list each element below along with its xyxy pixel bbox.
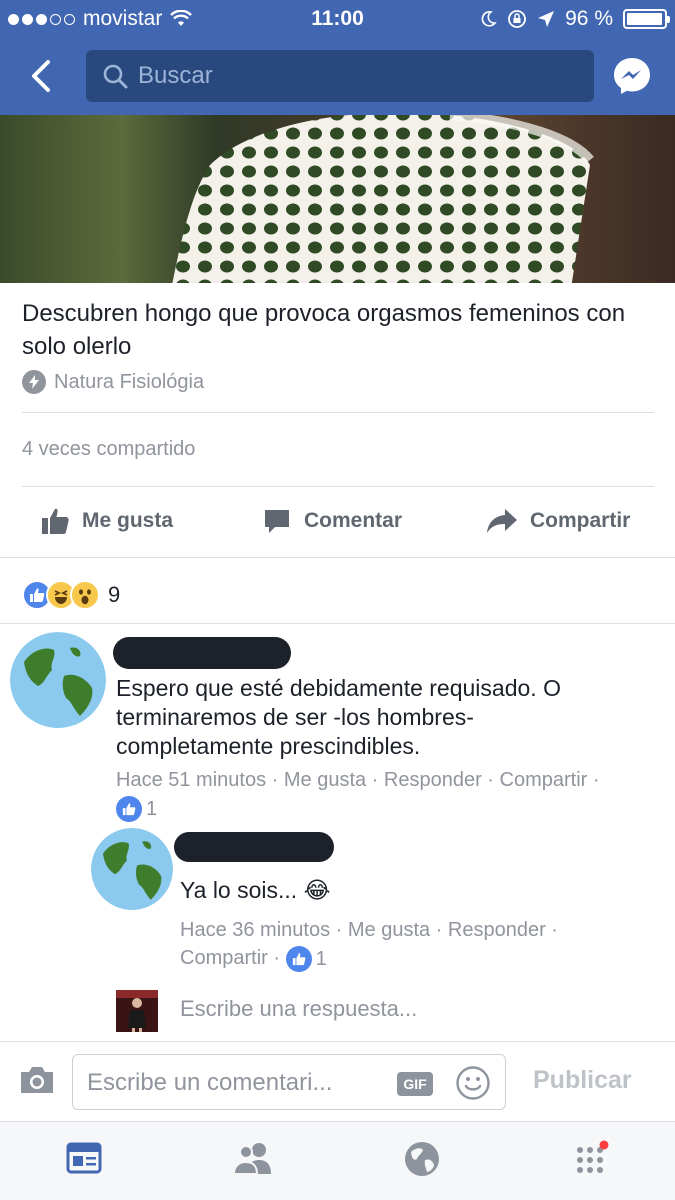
divider — [0, 623, 675, 624]
battery-percent: 96 % — [565, 7, 613, 30]
comment-text: Espero que esté debidamente requisado. O… — [116, 675, 561, 759]
comment-composer: Escribe un comentari... GIF Publicar — [0, 1041, 675, 1121]
globe-avatar-icon[interactable] — [91, 828, 173, 910]
post-actions: Me gusta Comentar Compartir — [0, 498, 675, 548]
like-count-number: 1 — [146, 797, 158, 820]
comment-bubble-icon — [265, 510, 289, 533]
search-input[interactable]: Buscar — [86, 50, 594, 102]
search-icon — [103, 64, 128, 89]
top-bar: movistar 11:00 96 % Buscar — [0, 0, 675, 115]
reply-meta: Hace 36 minutos · Me gusta · Responder ·… — [180, 916, 650, 973]
reactions-summary[interactable]: 9 — [22, 580, 120, 610]
battery-icon — [623, 9, 670, 29]
wow-reaction-icon — [70, 580, 100, 610]
fungus-net-image — [172, 115, 594, 283]
comment-input[interactable]: Escribe un comentari... GIF — [72, 1054, 506, 1110]
search-placeholder: Buscar — [138, 62, 213, 89]
share-button[interactable]: Compartir — [486, 506, 630, 536]
reply-text: Ya lo sois... 😂 — [180, 877, 331, 903]
notification-dot — [599, 1140, 609, 1150]
like-reaction-icon — [285, 945, 312, 972]
back-arrow-icon[interactable] — [24, 56, 64, 96]
reaction-count: 9 — [108, 582, 121, 607]
reply-like-count[interactable]: 1 — [285, 945, 327, 973]
divider — [22, 412, 654, 413]
divider — [0, 557, 675, 558]
like-count-number: 1 — [315, 947, 327, 970]
comment-placeholder: Escribe un comentari... — [87, 1069, 333, 1096]
share-label: Compartir — [530, 509, 631, 532]
moon-icon — [481, 11, 497, 27]
like-reaction-icon — [116, 795, 142, 822]
instant-article-bolt-icon — [22, 370, 46, 394]
share-count[interactable]: 4 veces compartido — [22, 438, 195, 461]
news-feed-icon[interactable] — [66, 1140, 102, 1176]
thumbs-up-icon — [42, 508, 69, 534]
rotation-lock-icon — [508, 10, 527, 28]
reply-timestamp: Hace 36 minutos — [180, 919, 331, 941]
publish-button[interactable]: Publicar — [533, 1066, 632, 1095]
location-arrow-icon — [538, 11, 555, 27]
globe-avatar-icon[interactable] — [10, 632, 106, 728]
camera-icon[interactable] — [18, 1064, 56, 1096]
divider — [22, 486, 654, 487]
more-menu-icon[interactable] — [574, 1140, 614, 1176]
article-image[interactable] — [0, 115, 675, 283]
comment-label: Comentar — [304, 509, 403, 532]
comment-reply-link[interactable]: Responder — [384, 769, 482, 791]
comment-like-link[interactable]: Me gusta — [284, 769, 366, 791]
comment-timestamp: Hace 51 minutos — [116, 769, 267, 791]
gif-button[interactable]: GIF — [397, 1072, 433, 1096]
sticker-smile-icon[interactable] — [455, 1065, 491, 1101]
reply-share-link[interactable]: Compartir — [180, 947, 268, 969]
share-arrow-icon — [487, 509, 517, 533]
friends-icon[interactable] — [232, 1140, 274, 1176]
source-name: Natura Fisiológia — [54, 370, 205, 393]
like-button[interactable]: Me gusta — [40, 506, 173, 536]
reply-like-link[interactable]: Me gusta — [348, 919, 430, 941]
reply-input[interactable]: Escribe una respuesta... — [180, 996, 417, 1022]
redacted-username — [174, 832, 334, 862]
like-label: Me gusta — [82, 509, 174, 532]
comment-share-link[interactable]: Compartir — [500, 769, 588, 791]
notifications-globe-icon[interactable] — [403, 1140, 441, 1178]
tab-bar — [0, 1121, 675, 1200]
article-source[interactable]: Natura Fisiológia — [22, 370, 204, 394]
user-avatar — [116, 990, 158, 1032]
messenger-icon[interactable] — [612, 56, 652, 96]
comment-like-count[interactable]: 1 — [116, 795, 157, 823]
status-bar: movistar 11:00 96 % — [0, 0, 675, 38]
comment-meta: Hace 51 minutos · Me gusta · Responder ·… — [116, 766, 636, 823]
comment-button[interactable]: Comentar — [262, 506, 402, 536]
redacted-username — [113, 637, 291, 669]
article-title[interactable]: Descubren hongo que provoca orgasmos fem… — [22, 297, 652, 363]
reply-reply-link[interactable]: Responder — [448, 919, 546, 941]
